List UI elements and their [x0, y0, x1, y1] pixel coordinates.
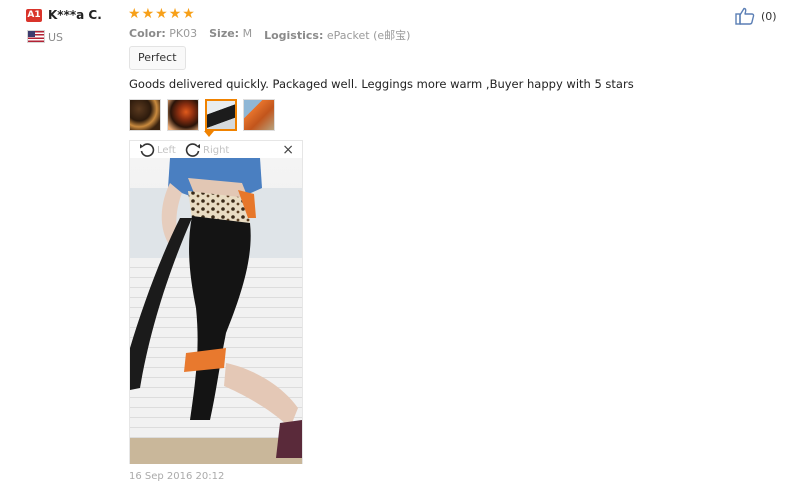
- rotate-left-button[interactable]: Left: [138, 141, 176, 159]
- star-icon: ★: [128, 6, 141, 22]
- rotate-left-icon: [140, 143, 155, 157]
- order-info: Color: PK03 Size: M Logistics: ePacket (…: [129, 27, 410, 43]
- review-photo-large: [130, 158, 302, 464]
- buyer-level-badge: A1: [26, 9, 42, 22]
- rotate-right-label: Right: [203, 144, 230, 156]
- review-tag: Perfect: [129, 46, 186, 70]
- review-date: 16 Sep 2016 20:12: [129, 471, 225, 482]
- reviewer-name: K***a C.: [48, 8, 102, 22]
- color-key: Color:: [129, 27, 166, 40]
- rotate-left-label: Left: [157, 144, 176, 156]
- star-icon: ★: [155, 6, 168, 22]
- size-info: Size: M: [209, 27, 252, 43]
- logistics-value: ePacket (e邮宝): [326, 29, 411, 42]
- rotate-right-icon: [185, 143, 200, 157]
- viewer-toolbar: Left Right ×: [130, 141, 302, 159]
- review-photo-thumb-3[interactable]: [205, 99, 237, 131]
- review-photo-thumbnails: [129, 99, 275, 131]
- size-value: M: [242, 27, 253, 40]
- thumbs-up-icon: [735, 7, 755, 25]
- reviewer-country: US: [48, 31, 64, 44]
- star-rating: ★ ★ ★ ★ ★: [128, 6, 195, 22]
- star-icon: ★: [141, 6, 155, 22]
- close-icon[interactable]: ×: [282, 142, 294, 158]
- size-key: Size:: [209, 27, 240, 40]
- helpful-count: (0): [761, 9, 777, 23]
- review-photo-thumb-2[interactable]: [167, 99, 199, 131]
- review-photo-thumb-4[interactable]: [243, 99, 275, 131]
- star-icon: ★: [168, 6, 182, 22]
- helpful-button[interactable]: (0): [735, 7, 777, 25]
- color-value: PK03: [169, 27, 198, 40]
- star-icon: ★: [182, 6, 195, 22]
- logistics-key: Logistics:: [264, 29, 324, 42]
- color-info: Color: PK03: [129, 27, 197, 43]
- photo-viewer: Left Right ×: [129, 140, 303, 464]
- us-flag-icon: [27, 30, 45, 43]
- leggings-photo: [130, 158, 302, 464]
- active-thumb-caret: [204, 131, 214, 137]
- logistics-info: Logistics: ePacket (e邮宝): [264, 27, 410, 43]
- review-photo-thumb-1[interactable]: [129, 99, 161, 131]
- review-text: Goods delivered quickly. Packaged well. …: [129, 77, 634, 91]
- rotate-right-button[interactable]: Right: [184, 141, 229, 159]
